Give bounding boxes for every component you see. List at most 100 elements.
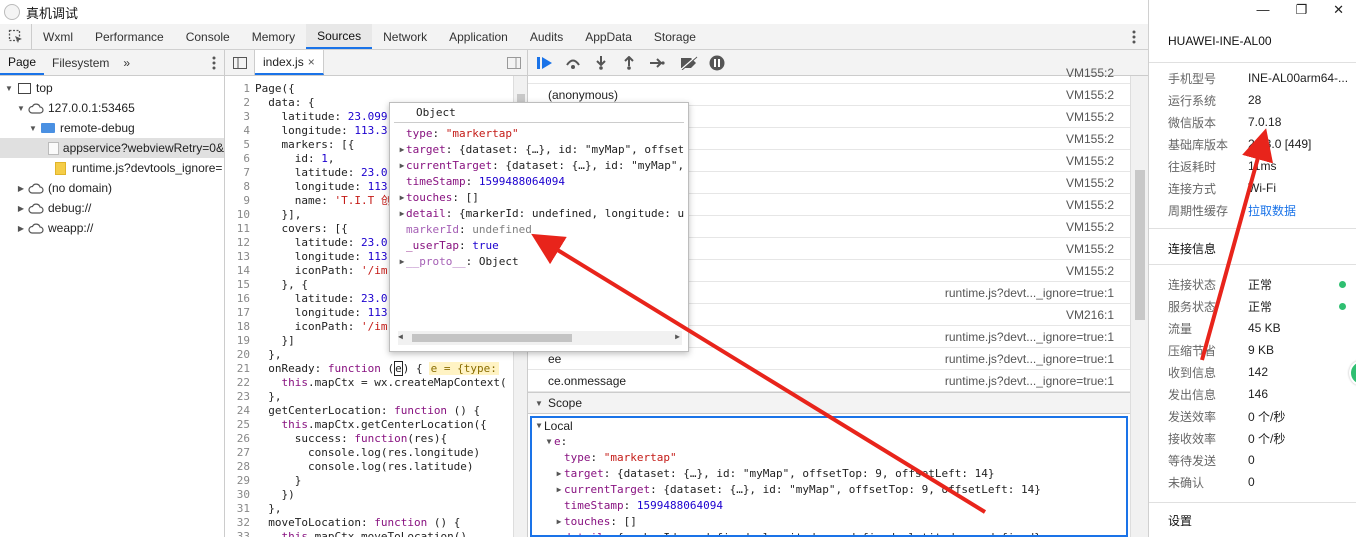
line-number[interactable]: 3 bbox=[225, 110, 255, 124]
line-number[interactable]: 20 bbox=[225, 348, 255, 362]
line-number[interactable]: 19 bbox=[225, 334, 255, 348]
tab-application[interactable]: Application bbox=[438, 24, 519, 49]
tab-appdata[interactable]: AppData bbox=[574, 24, 643, 49]
line-number[interactable]: 9 bbox=[225, 194, 255, 208]
line-number[interactable]: 31 bbox=[225, 502, 255, 516]
editor-file-tab[interactable]: index.js × bbox=[255, 50, 324, 75]
more-tabs-button[interactable]: » bbox=[117, 50, 136, 75]
call-frame-location[interactable]: VM155:2 bbox=[1066, 176, 1130, 190]
tree-item[interactable]: ▶ weapp:// bbox=[0, 218, 224, 238]
tab-filesystem[interactable]: Filesystem bbox=[44, 50, 117, 75]
toggle-navigator-button[interactable] bbox=[225, 50, 255, 75]
devtools-menu-button[interactable] bbox=[1120, 24, 1148, 49]
call-frame-location[interactable]: VM155:2 bbox=[1066, 198, 1130, 212]
code-line[interactable]: 33 this.mapCtx.moveToLocation() bbox=[225, 530, 514, 537]
inspect-element-button[interactable] bbox=[0, 24, 32, 49]
line-number[interactable]: 13 bbox=[225, 250, 255, 264]
popover-property-row[interactable]: ▶ detail: {markerId: undefined, longitude… bbox=[390, 206, 688, 222]
call-frame-location[interactable]: VM216:1 bbox=[1066, 308, 1130, 322]
tab-storage[interactable]: Storage bbox=[643, 24, 707, 49]
tree-item[interactable]: ▶ debug:// bbox=[0, 198, 224, 218]
call-frame-row[interactable]: VM155:2 bbox=[528, 62, 1130, 84]
line-number[interactable]: 10 bbox=[225, 208, 255, 222]
line-number[interactable]: 6 bbox=[225, 152, 255, 166]
popover-property-row[interactable]: ▶ target: {dataset: {…}, id: "myMap", off… bbox=[390, 142, 688, 158]
code-line[interactable]: 23 }, bbox=[225, 390, 514, 404]
popover-scrollbar[interactable]: ◀ ▶ bbox=[398, 331, 682, 345]
popover-property-row[interactable]: ▶ __proto__: Object bbox=[390, 254, 688, 270]
line-number[interactable]: 18 bbox=[225, 320, 255, 334]
scope-property-row[interactable]: ▶ currentTarget: {dataset: {…}, id: "myMa… bbox=[532, 482, 1126, 498]
line-number[interactable]: 30 bbox=[225, 488, 255, 502]
tab-network[interactable]: Network bbox=[372, 24, 438, 49]
line-number[interactable]: 11 bbox=[225, 222, 255, 236]
scope-var-row[interactable]: ▼ e: bbox=[532, 434, 1126, 450]
call-frame-location[interactable]: VM155:2 bbox=[1066, 154, 1130, 168]
tree-item[interactable]: ▼ remote-debug bbox=[0, 118, 224, 138]
line-number[interactable]: 22 bbox=[225, 376, 255, 390]
line-number[interactable]: 7 bbox=[225, 166, 255, 180]
call-frame-location[interactable]: runtime.js?devt..._ignore=true:1 bbox=[945, 374, 1130, 388]
maximize-button[interactable]: ❐ bbox=[1295, 2, 1307, 18]
tree-item[interactable]: runtime.js?devtools_ignore= bbox=[0, 158, 224, 178]
line-number[interactable]: 17 bbox=[225, 306, 255, 320]
scrollbar-thumb[interactable] bbox=[1135, 170, 1145, 320]
code-line[interactable]: 29 } bbox=[225, 474, 514, 488]
line-number[interactable]: 14 bbox=[225, 264, 255, 278]
code-line[interactable]: 30 }) bbox=[225, 488, 514, 502]
popover-property-row[interactable]: _userTap: true bbox=[390, 238, 688, 254]
line-number[interactable]: 2 bbox=[225, 96, 255, 110]
call-frame-location[interactable]: VM155:2 bbox=[1066, 242, 1130, 256]
line-number[interactable]: 16 bbox=[225, 292, 255, 306]
call-frame-location[interactable]: VM155:2 bbox=[1066, 132, 1130, 146]
line-number[interactable]: 8 bbox=[225, 180, 255, 194]
line-number[interactable]: 32 bbox=[225, 516, 255, 530]
call-frame-location[interactable]: runtime.js?devt..._ignore=true:1 bbox=[945, 330, 1130, 344]
code-line[interactable]: 24 getCenterLocation: function () { bbox=[225, 404, 514, 418]
scope-property-row[interactable]: ▶detail: {markerId: undefined, longitude… bbox=[532, 530, 1126, 535]
scrollbar-thumb[interactable] bbox=[412, 334, 572, 342]
toggle-debugger-button[interactable] bbox=[501, 50, 527, 75]
scroll-left-icon[interactable]: ◀ bbox=[398, 332, 403, 341]
tab-page[interactable]: Page bbox=[0, 50, 45, 75]
tab-audits[interactable]: Audits bbox=[519, 24, 574, 49]
call-frame-location[interactable]: VM155:2 bbox=[1066, 220, 1130, 234]
code-line[interactable]: 22 this.mapCtx = wx.createMapContext( bbox=[225, 376, 514, 390]
line-number[interactable]: 26 bbox=[225, 432, 255, 446]
line-number[interactable]: 29 bbox=[225, 474, 255, 488]
code-line[interactable]: 27 console.log(res.longitude) bbox=[225, 446, 514, 460]
line-number[interactable]: 28 bbox=[225, 460, 255, 474]
call-frame-location[interactable]: runtime.js?devt..._ignore=true:1 bbox=[945, 286, 1130, 300]
popover-property-row[interactable]: timeStamp: 1599488064094 bbox=[390, 174, 688, 190]
tab-performance[interactable]: Performance bbox=[84, 24, 175, 49]
code-line[interactable]: 21 onReady: function (e) {e = {type: bbox=[225, 361, 514, 376]
close-tab-icon[interactable]: × bbox=[308, 55, 315, 69]
code-line[interactable]: 31 }, bbox=[225, 502, 514, 516]
line-number[interactable]: 27 bbox=[225, 446, 255, 460]
minimize-button[interactable]: — bbox=[1256, 2, 1269, 18]
fetch-data-link[interactable]: 拉取数据 bbox=[1248, 202, 1296, 219]
code-line[interactable]: 32 moveToLocation: function () { bbox=[225, 516, 514, 530]
scope-property-row[interactable]: type: "markertap" bbox=[532, 450, 1126, 466]
line-number[interactable]: 15 bbox=[225, 278, 255, 292]
code-line[interactable]: 1 Page({ bbox=[225, 82, 514, 96]
settings-link[interactable]: 设置 bbox=[1168, 512, 1192, 529]
scope-property-row[interactable]: timeStamp: 1599488064094 bbox=[532, 498, 1126, 514]
tab-memory[interactable]: Memory bbox=[241, 24, 306, 49]
popover-property-row[interactable]: markerId: undefined bbox=[390, 222, 688, 238]
line-number[interactable]: 12 bbox=[225, 236, 255, 250]
tree-item[interactable]: appservice?webviewRetry=0& bbox=[0, 138, 224, 158]
line-number[interactable]: 23 bbox=[225, 390, 255, 404]
call-frame-location[interactable]: runtime.js?devt..._ignore=true:1 bbox=[945, 352, 1130, 366]
tree-item[interactable]: ▼ top bbox=[0, 78, 224, 98]
line-number[interactable]: 5 bbox=[225, 138, 255, 152]
code-line[interactable]: 25 this.mapCtx.getCenterLocation({ bbox=[225, 418, 514, 432]
scope-property-row[interactable]: ▶ touches: [] bbox=[532, 514, 1126, 530]
tab-console[interactable]: Console bbox=[175, 24, 241, 49]
tab-wxml[interactable]: Wxml bbox=[32, 24, 84, 49]
device-info-row[interactable]: 周期性缓存 拉取数据 bbox=[1168, 199, 1356, 221]
call-frame-location[interactable]: VM155:2 bbox=[1066, 110, 1130, 124]
code-line[interactable]: 26 success: function(res){ bbox=[225, 432, 514, 446]
popover-property-row[interactable]: ▶ currentTarget: {dataset: {…}, id: "myMa… bbox=[390, 158, 688, 174]
tree-item[interactable]: ▶ (no domain) bbox=[0, 178, 224, 198]
